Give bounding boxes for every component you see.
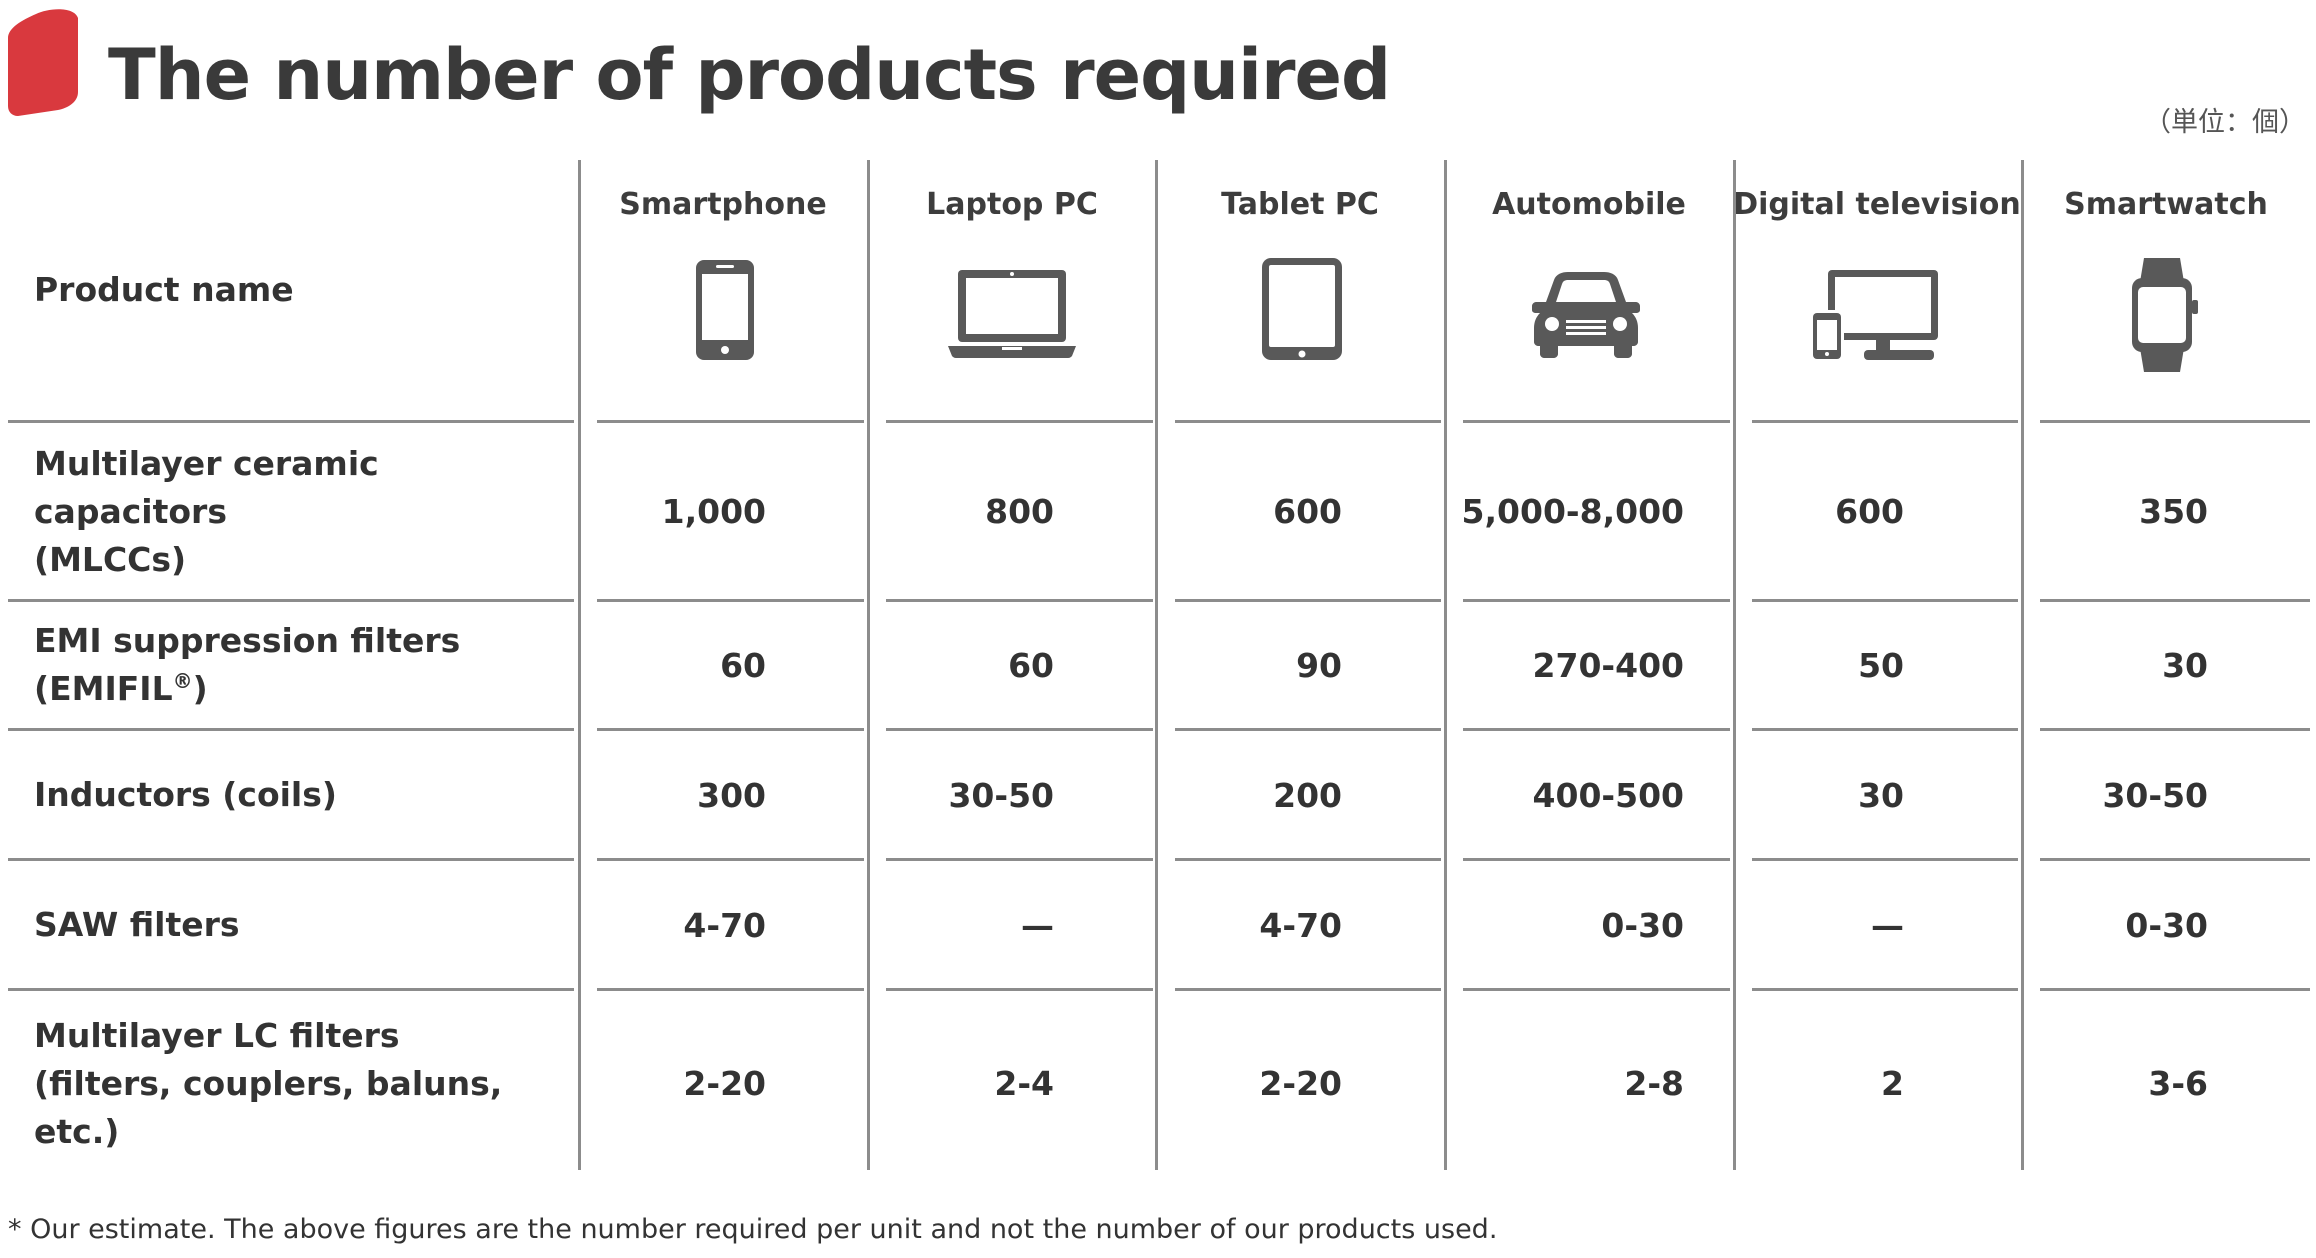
row-divider [8,599,574,602]
row-label-lc-line-2: (filters, couplers, baluns, etc.) [34,1064,503,1151]
row-divider [597,988,864,991]
laptop-icon [948,270,1076,358]
row-divider [597,858,864,861]
cell-laptop: — [1021,905,1054,945]
cell-tablet: 4-70 [1259,905,1342,945]
row-divider [886,420,1153,423]
page-title: The number of products required [108,34,1391,116]
row-label-mlcc-line-1: Multilayer ceramic capacitors [34,444,379,531]
cell-smartwatch: 350 [2139,491,2208,531]
row-divider [1463,988,1730,991]
cell-tablet: 2-20 [1259,1063,1342,1103]
cell-automobile: 2-8 [1624,1063,1684,1103]
column-header-automobile: Automobile [1492,187,1686,222]
row-divider [597,728,864,731]
cell-smartwatch: 3-6 [2148,1063,2208,1103]
cell-automobile: 0-30 [1601,905,1684,945]
cell-digital-television: 2 [1881,1063,1904,1103]
row-divider [1752,728,2018,731]
column-header-digital-television: Digital television [1733,187,2021,222]
row-divider [1175,988,1441,991]
row-divider [886,858,1153,861]
row-label-emi-text: EMI suppression filters (EMIFIL [34,621,461,708]
cell-laptop: 60 [1008,645,1054,685]
registered-mark: ® [172,669,193,693]
cell-digital-television: 50 [1858,645,1904,685]
cell-automobile: 400-500 [1532,775,1684,815]
row-divider [1463,420,1730,423]
row-divider [886,599,1153,602]
footnote: * Our estimate. The above figures are th… [8,1214,1498,1245]
row-divider [1175,420,1441,423]
row-divider [1463,599,1730,602]
cell-laptop: 800 [985,491,1054,531]
row-divider [1463,858,1730,861]
cell-tablet: 200 [1273,775,1342,815]
cell-tablet: 600 [1273,491,1342,531]
row-label-lc-line-1: Multilayer LC filters [34,1016,400,1055]
tablet-icon [1262,258,1342,360]
cell-tablet: 90 [1296,645,1342,685]
row-label-emi-end: ) [192,669,208,708]
row-divider [8,728,574,731]
brand-logo-icon [8,9,78,116]
row-divider [1752,858,2018,861]
row-label-mlcc-line-2: (MLCCs) [34,540,187,579]
row-divider [1175,599,1441,602]
cell-automobile: 270-400 [1532,645,1684,685]
row-divider [1752,599,2018,602]
row-divider [886,728,1153,731]
row-divider [1463,728,1730,731]
row-label-inductors: Inductors (coils) [34,775,337,814]
column-divider [1444,160,1447,1170]
row-label-lc-filters: Multilayer LC filters (filters, couplers… [34,1016,574,1152]
column-header-smartphone: Smartphone [619,187,827,222]
car-icon [1532,272,1640,358]
smartphone-icon [696,260,754,360]
row-divider [2040,728,2310,731]
row-label-mlcc: Multilayer ceramic capacitors (MLCCs) [34,444,574,580]
row-divider [1752,420,2018,423]
row-divider [1175,728,1441,731]
row-divider [8,988,574,991]
cell-digital-television: 600 [1835,491,1904,531]
row-divider [8,420,574,423]
cell-smartphone: 4-70 [683,905,766,945]
row-divider [2040,858,2310,861]
cell-automobile: 5,000-8,000 [1461,491,1684,531]
cell-digital-television: 30 [1858,775,1904,815]
row-divider [2040,599,2310,602]
row-divider [1175,858,1441,861]
cell-smartphone: 300 [697,775,766,815]
row-divider [1752,988,2018,991]
smartwatch-icon [2132,258,2198,372]
header-row-label: Product name [34,270,294,309]
row-divider [2040,988,2310,991]
row-divider [8,858,574,861]
row-divider [597,599,864,602]
row-divider [886,988,1153,991]
row-label-emi: EMI suppression filters (EMIFIL®) [34,621,574,708]
row-divider [597,420,864,423]
row-divider [2040,420,2310,423]
cell-smartwatch: 30 [2162,645,2208,685]
row-label-saw: SAW filters [34,905,240,944]
cell-digital-television: — [1871,905,1904,945]
cell-laptop: 2-4 [994,1063,1054,1103]
cell-smartwatch: 0-30 [2125,905,2208,945]
television-icon [1810,270,1938,362]
cell-smartwatch: 30-50 [2102,775,2208,815]
cell-smartphone: 60 [720,645,766,685]
cell-laptop: 30-50 [948,775,1054,815]
cell-smartphone: 1,000 [661,491,766,531]
column-header-laptop: Laptop PC [926,187,1098,222]
cell-smartphone: 2-20 [683,1063,766,1103]
